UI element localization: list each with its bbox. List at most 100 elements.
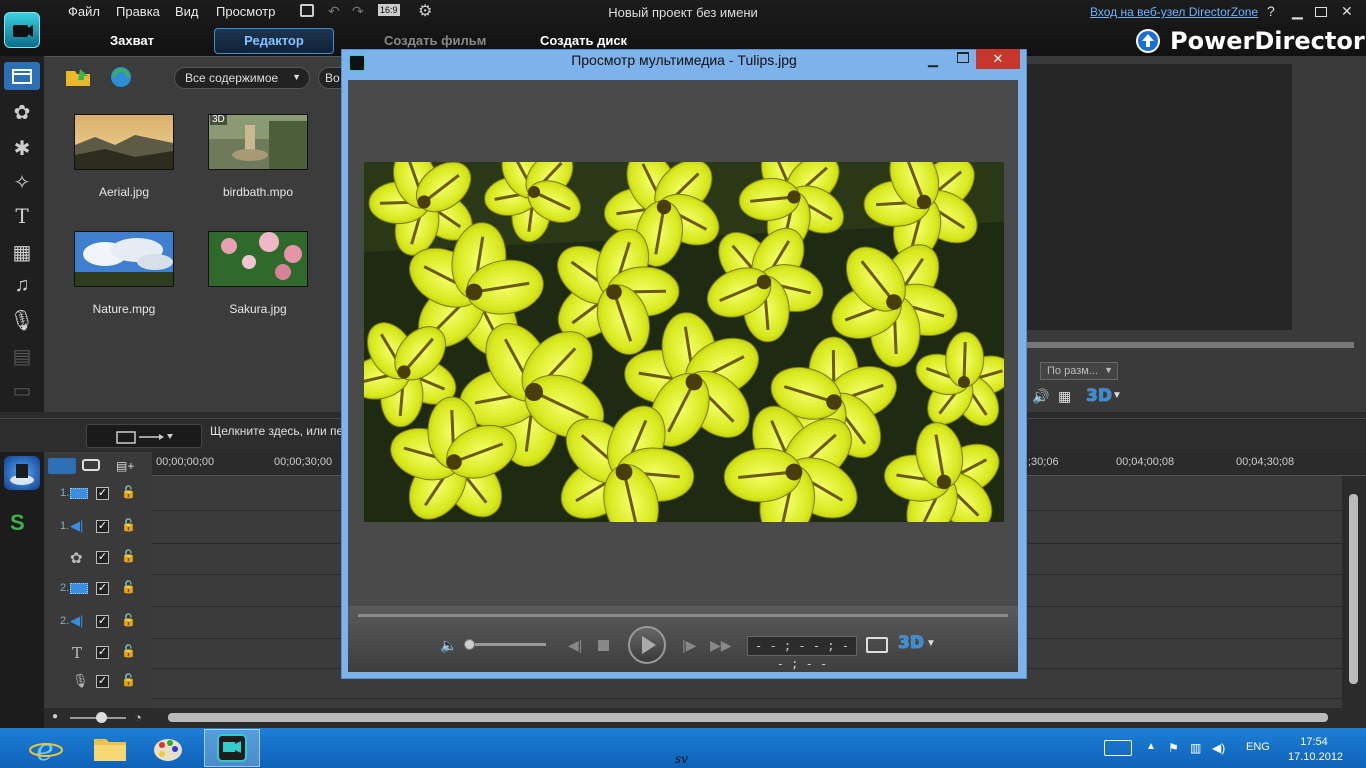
media-room-tab[interactable]: [4, 62, 40, 90]
powerdirector-taskbar-button[interactable]: [204, 729, 260, 767]
play-button[interactable]: [628, 626, 666, 664]
directorzone-link[interactable]: Вход на веб-узел DirectorZone: [1090, 5, 1258, 19]
voiceover-room-icon[interactable]: 🎙: [8, 308, 36, 332]
lock-icon[interactable]: 🔓: [121, 644, 136, 658]
tab-capture[interactable]: Захват: [110, 33, 154, 48]
audio-mixing-room-icon[interactable]: ♫: [8, 274, 36, 298]
media-viewer-maximize-button[interactable]: [957, 52, 969, 63]
flag-icon[interactable]: ⚑: [1168, 741, 1179, 755]
restore-button[interactable]: [1315, 7, 1327, 17]
lock-icon[interactable]: 🔓: [121, 485, 136, 499]
transition-room-icon[interactable]: ▦: [8, 240, 36, 264]
track-enable-checkbox[interactable]: ✓: [96, 582, 109, 595]
preview-scrubber[interactable]: [1026, 342, 1354, 348]
track-enable-checkbox[interactable]: ✓: [96, 520, 109, 533]
track-enable-checkbox[interactable]: ✓: [96, 487, 109, 500]
language-indicator[interactable]: ENG: [1246, 741, 1270, 753]
fast-forward-icon[interactable]: ▶▶: [710, 637, 732, 654]
save-icon[interactable]: [300, 4, 314, 17]
chevron-down-icon[interactable]: ▼: [1112, 390, 1122, 401]
menu-edit[interactable]: Правка: [116, 4, 160, 19]
next-frame-icon[interactable]: |▶: [682, 637, 696, 654]
settings-gear-icon[interactable]: ⚙: [418, 1, 432, 21]
volume-slider[interactable]: [468, 643, 546, 646]
lock-icon[interactable]: 🔓: [121, 549, 136, 563]
add-track-icon[interactable]: ▤+: [116, 459, 134, 473]
volume-icon[interactable]: 🔈: [440, 637, 457, 654]
zoom-out-icon[interactable]: ●: [52, 711, 58, 722]
minimize-button[interactable]: ▁: [1292, 3, 1303, 20]
menu-file[interactable]: Файл: [68, 4, 100, 19]
snapshot-icon[interactable]: ▦: [1058, 388, 1071, 405]
menu-playback[interactable]: Просмотр: [216, 4, 275, 19]
chapter-room-icon[interactable]: ▤: [8, 344, 36, 368]
content-filter-label: Все содержимое: [185, 71, 279, 85]
tab-editor[interactable]: Редактор: [214, 28, 334, 54]
subtitle-room-icon[interactable]: ▭: [8, 378, 36, 402]
zoom-in-icon[interactable]: ◔: [134, 710, 142, 725]
content-filter-dropdown[interactable]: Все содержимое ▼: [174, 67, 310, 89]
preview-fit-dropdown[interactable]: По разм... ▼: [1040, 362, 1118, 380]
timeline-horizontal-scroll-thumb[interactable]: [168, 713, 1328, 722]
help-button[interactable]: ?: [1267, 3, 1275, 19]
volume-icon[interactable]: 🔊: [1032, 388, 1049, 405]
storyboard-view-button[interactable]: [82, 459, 100, 471]
ruler-tick: ;30;06: [1028, 456, 1059, 468]
internet-explorer-icon[interactable]: e: [18, 730, 74, 766]
tab-create-disc[interactable]: Создать диск: [540, 33, 627, 48]
keyboard-icon[interactable]: [1104, 740, 1132, 756]
thumbnail-aerial[interactable]: [74, 114, 174, 170]
stop-icon[interactable]: [598, 640, 609, 651]
title-room-icon[interactable]: T: [8, 204, 36, 228]
media-viewer-minimize-button[interactable]: ▁: [928, 52, 938, 68]
pip-room-icon[interactable]: ✱: [8, 136, 36, 160]
upgrade-arrow-icon[interactable]: [1136, 29, 1160, 53]
track-enable-checkbox[interactable]: ✓: [96, 615, 109, 628]
magic-tools-icon[interactable]: [4, 456, 40, 490]
audio-tools-icon[interactable]: S: [10, 510, 25, 536]
network-icon[interactable]: ▥: [1190, 741, 1201, 755]
lock-icon[interactable]: 🔓: [121, 673, 136, 687]
track-enable-checkbox[interactable]: ✓: [96, 675, 109, 688]
previous-frame-icon[interactable]: ◀|: [568, 637, 582, 654]
close-button[interactable]: ✕: [1341, 3, 1353, 20]
aspect-ratio-button[interactable]: 16:9: [378, 4, 400, 16]
seek-bar[interactable]: [358, 614, 1008, 617]
track-enable-checkbox[interactable]: ✓: [96, 551, 109, 564]
clock[interactable]: 17:54 17.10.2012: [1288, 735, 1343, 765]
timeline-tools-button[interactable]: [86, 424, 202, 448]
particle-room-icon[interactable]: ✧: [8, 170, 36, 194]
timeline-side-rail: [0, 452, 44, 728]
thumbnail-label: Sakura.jpg: [229, 302, 287, 316]
show-hidden-icons-icon[interactable]: ▲: [1146, 741, 1156, 752]
media-viewer-close-button[interactable]: ✕: [976, 49, 1020, 69]
powerdirector-app-icon[interactable]: [4, 12, 40, 48]
download-media-icon[interactable]: [108, 65, 134, 89]
video-track-icon: [70, 583, 88, 594]
lock-icon[interactable]: 🔓: [121, 518, 136, 532]
paint-app-icon[interactable]: [140, 730, 196, 766]
menu-view[interactable]: Вид: [175, 4, 199, 19]
volume-slider-knob[interactable]: [464, 639, 475, 650]
track-enable-checkbox[interactable]: ✓: [96, 646, 109, 659]
tab-create-movie[interactable]: Создать фильм: [384, 33, 486, 48]
import-folder-icon[interactable]: [64, 66, 92, 88]
timeline-view-button[interactable]: [48, 458, 76, 474]
chevron-down-icon[interactable]: ▼: [926, 638, 936, 649]
thumbnail-nature[interactable]: [74, 231, 174, 287]
fullscreen-icon[interactable]: [866, 637, 888, 653]
volume-tray-icon[interactable]: ◀): [1212, 741, 1225, 755]
timeline-vertical-scroll-thumb[interactable]: [1349, 494, 1358, 684]
redo-icon[interactable]: ↷: [352, 3, 364, 20]
undo-icon[interactable]: ↶: [328, 3, 340, 20]
lock-icon[interactable]: 🔓: [121, 613, 136, 627]
zoom-slider-knob[interactable]: [96, 712, 107, 723]
fx-room-icon[interactable]: ✿: [8, 100, 36, 124]
lock-icon[interactable]: 🔓: [121, 580, 136, 594]
timeline-hint[interactable]: Щелкните здесь, или пе: [210, 424, 343, 438]
thumbnail-sakura[interactable]: [208, 231, 308, 287]
3d-mode-button[interactable]: 3D: [898, 633, 924, 653]
file-explorer-icon[interactable]: [82, 730, 138, 766]
3d-mode-button[interactable]: 3D: [1086, 386, 1112, 406]
timecode-display[interactable]: - - ; - - ; - - ; - -: [747, 636, 857, 671]
